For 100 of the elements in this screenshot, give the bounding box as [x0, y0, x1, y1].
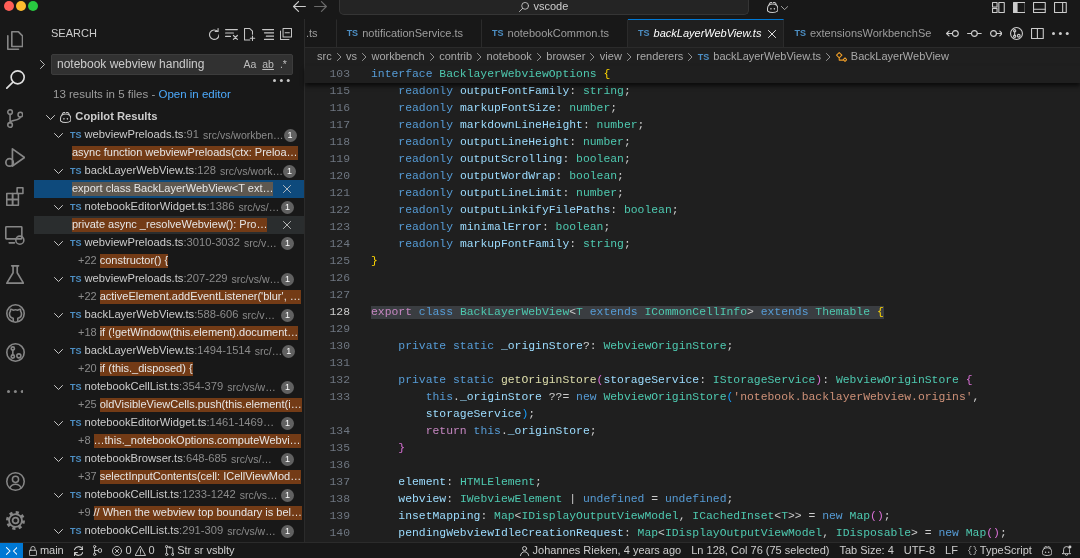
- result-file-item[interactable]: TS notebookBrowser.ts:648-685 src/vs/… 1: [34, 450, 304, 468]
- result-file-item[interactable]: TS backLayerWebView.ts:128 src/vs/work… 1: [34, 162, 304, 180]
- breadcrumb-item[interactable]: notebook: [486, 50, 532, 64]
- back-arrow-icon[interactable]: [293, 1, 306, 12]
- chevron-down-icon[interactable]: [54, 204, 63, 210]
- search-option-toggle[interactable]: .*: [279, 58, 287, 71]
- result-file-item[interactable]: TS backLayerWebView.ts:588-606 src/v… 1: [34, 306, 304, 324]
- window-close-icon[interactable]: [4, 1, 14, 11]
- robot-face-icon[interactable]: [766, 2, 779, 13]
- chevron-down-icon[interactable]: [54, 240, 63, 246]
- forward-arrow-icon[interactable]: [313, 1, 327, 12]
- clear-results-icon[interactable]: [225, 28, 239, 40]
- chevron-down-icon[interactable]: [54, 456, 63, 462]
- result-match-item[interactable]: export class BackLayerWebView<T ext…: [34, 180, 304, 198]
- result-file-item[interactable]: TS notebookEditorWidget.ts:1386 src/vs/… 1: [34, 198, 304, 216]
- settings-icon[interactable]: [5, 511, 25, 530]
- chevron-down-icon[interactable]: [54, 312, 63, 318]
- chevron-down-icon[interactable]: [54, 492, 63, 498]
- command-center-search[interactable]: vscode: [338, 0, 749, 15]
- breadcrumb-item[interactable]: vs: [346, 50, 358, 64]
- breadcrumb-item[interactable]: src: [317, 50, 332, 64]
- list-tree-icon[interactable]: [261, 28, 274, 40]
- result-file-item[interactable]: TS notebookCellList.ts:354-379 src/vs/w… 1: [34, 378, 304, 396]
- run-debug-icon[interactable]: [4, 148, 26, 167]
- new-file-icon[interactable]: [244, 27, 256, 41]
- status-item[interactable]: Ln 128, Col 76 (75 selected): [686, 543, 835, 558]
- extensions-icon[interactable]: [6, 187, 24, 206]
- result-file-item[interactable]: TS notebookCellList.ts:1233-1242 src/vs… 1: [34, 486, 304, 504]
- breadcrumb-item[interactable]: contrib: [439, 50, 473, 64]
- chevron-down-icon[interactable]: [54, 168, 63, 174]
- editor-tab[interactable]: .ts: [305, 19, 337, 47]
- chevron-down-icon[interactable]: [54, 528, 63, 534]
- account-icon[interactable]: [5, 472, 25, 491]
- close-icon[interactable]: [283, 221, 291, 229]
- more-icon[interactable]: [273, 79, 290, 82]
- files-icon[interactable]: [6, 31, 24, 50]
- branch-item[interactable]: main: [24, 543, 69, 558]
- more-icon[interactable]: [1052, 31, 1069, 35]
- result-file-item[interactable]: TS webviewPreloads.ts:3010-3032 src/v… 1: [34, 234, 304, 252]
- result-file-item[interactable]: TS webviewPreloads.ts:91 src/vs/workben… 1: [34, 126, 304, 144]
- robot-face-icon[interactable]: [1041, 545, 1053, 556]
- result-group-item[interactable]: Copilot Results: [34, 108, 304, 126]
- status-item[interactable]: LF: [940, 543, 963, 558]
- chevron-down-icon[interactable]: [46, 114, 55, 120]
- result-file-item[interactable]: TS backLayerWebView.ts:1494-1514 src/… 1: [34, 342, 304, 360]
- breadcrumb-item[interactable]: view: [599, 50, 622, 64]
- layout-icon[interactable]: [991, 2, 1005, 13]
- commit-icon[interactable]: [966, 29, 982, 37]
- refresh-icon[interactable]: [208, 28, 220, 40]
- chevron-down-icon[interactable]: [54, 132, 63, 138]
- blame-item[interactable]: Johannes Rieken, 4 years ago: [515, 543, 687, 558]
- breadcrumb-item[interactable]: BackLayerWebView: [835, 50, 949, 64]
- split-editor-icon[interactable]: [1031, 27, 1045, 39]
- chevron-down-icon[interactable]: [54, 384, 63, 390]
- previous-change-icon[interactable]: [946, 29, 959, 37]
- breadcrumb-item[interactable]: workbench: [371, 50, 425, 64]
- window-zoom-icon[interactable]: [28, 1, 38, 11]
- editor-tab[interactable]: TS extensionsWorkbenchSe: [784, 19, 932, 47]
- remote-explorer-icon[interactable]: [5, 226, 25, 245]
- result-file-item[interactable]: TS notebookEditorWidget.ts:1461-1469… 1: [34, 414, 304, 432]
- cat-logo-icon[interactable]: [5, 304, 25, 323]
- breadcrumb-item[interactable]: renderers: [636, 50, 684, 64]
- more-icon[interactable]: [6, 390, 24, 393]
- open-in-editor-link[interactable]: Open in editor: [158, 88, 231, 100]
- chevron-down-icon[interactable]: [781, 5, 789, 10]
- sync-icon[interactable]: [73, 545, 83, 556]
- search-option-toggle[interactable]: Aa: [243, 58, 257, 71]
- next-change-icon[interactable]: [989, 29, 1003, 37]
- source-control-icon[interactable]: [6, 109, 24, 128]
- secondary-sidebar-icon[interactable]: [1054, 2, 1067, 13]
- chevron-down-icon[interactable]: [54, 276, 63, 282]
- problems-item[interactable]: 0 0: [107, 543, 160, 558]
- branch-icon[interactable]: [93, 545, 103, 556]
- result-match-item[interactable]: +20 if (this._disposed) {: [34, 360, 304, 378]
- search-option-toggle[interactable]: ab: [262, 58, 274, 71]
- panel-toggle-icon[interactable]: [1033, 2, 1047, 13]
- circle-branch-icon[interactable]: [1010, 26, 1024, 40]
- editor-tab[interactable]: TS notificationService.ts: [336, 19, 483, 47]
- chevron-down-icon[interactable]: [54, 348, 63, 354]
- pull-request-item[interactable]: Str sr vsblty: [159, 543, 240, 558]
- remote-button[interactable]: [0, 543, 23, 558]
- chevron-right-icon[interactable]: [40, 60, 45, 69]
- chevron-down-icon[interactable]: [54, 420, 63, 426]
- sidebar-toggle-icon[interactable]: [1012, 2, 1026, 13]
- result-file-item[interactable]: TS notebookCellList.ts:291-309 src/vs/w… 1: [34, 522, 304, 540]
- result-match-item[interactable]: +22 constructor() {: [34, 252, 304, 270]
- search-field[interactable]: notebook webview handling Aa ab .*: [50, 54, 293, 75]
- status-item[interactable]: Tab Size: 4: [834, 543, 899, 558]
- window-minimize-icon[interactable]: [16, 1, 26, 11]
- flask-icon[interactable]: [5, 265, 25, 284]
- circle-branch-icon[interactable]: [5, 343, 25, 362]
- result-match-item[interactable]: private async _resolveWebview(): Pro…: [34, 216, 304, 234]
- language-item[interactable]: TypeScript: [962, 543, 1037, 558]
- breadcrumb-item[interactable]: browser: [546, 50, 586, 64]
- search-icon[interactable]: [5, 70, 25, 89]
- collapse-all-icon[interactable]: [280, 28, 292, 40]
- result-file-item[interactable]: TS webviewPreloads.ts:207-229 src/vs/w… 1: [34, 270, 304, 288]
- breadcrumb-item[interactable]: TS backLayerWebView.ts: [697, 50, 822, 64]
- editor-tab[interactable]: TS backLayerWebView.ts: [628, 19, 785, 47]
- status-item[interactable]: UTF-8: [898, 543, 940, 558]
